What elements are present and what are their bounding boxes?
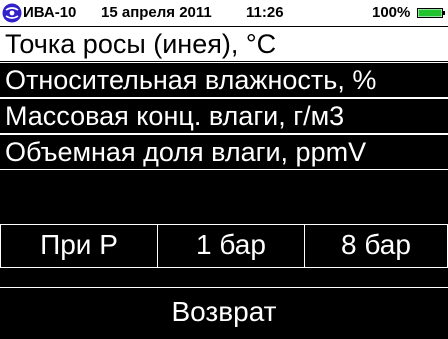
status-time: 11:26 — [246, 4, 284, 21]
device-logo-icon — [2, 3, 22, 23]
pressure-option-1-bar[interactable]: 1 бар — [157, 224, 305, 268]
battery-level-text: 100% — [372, 4, 411, 21]
battery-icon — [417, 8, 445, 18]
pressure-option-label: 8 бар — [341, 229, 411, 260]
pressure-option-at-p[interactable]: При P — [0, 224, 158, 268]
pressure-options: При P 1 бар 8 бар — [0, 224, 448, 268]
menu-item-label: Объемная доля влаги, ppmV — [5, 137, 367, 167]
menu-item-volume-fraction[interactable]: Объемная доля влаги, ppmV — [0, 134, 448, 170]
pressure-option-label: 1 бар — [196, 229, 266, 260]
device-name: ИВА-10 — [23, 4, 77, 21]
status-date: 15 апреля 2011 — [101, 4, 212, 21]
back-button[interactable]: Возврат — [0, 287, 448, 339]
menu-item-mass-concentration[interactable]: Массовая конц. влаги, г/м3 — [0, 98, 448, 134]
menu-item-label: Точка росы (инея), °C — [5, 29, 277, 59]
device-screen: ИВА-10 15 апреля 2011 11:26 100% Точка р… — [0, 0, 448, 339]
pressure-option-8-bar[interactable]: 8 бар — [304, 224, 448, 268]
menu-item-label: Относительная влажность, % — [5, 65, 377, 95]
back-button-label: Возврат — [171, 296, 277, 327]
menu-item-label: Массовая конц. влаги, г/м3 — [5, 101, 345, 131]
pressure-option-label: При P — [40, 229, 118, 260]
status-bar: ИВА-10 15 апреля 2011 11:26 100% — [0, 0, 448, 26]
menu-item-dew-point[interactable]: Точка росы (инея), °C — [0, 26, 448, 62]
menu-item-relative-humidity[interactable]: Относительная влажность, % — [0, 62, 448, 98]
